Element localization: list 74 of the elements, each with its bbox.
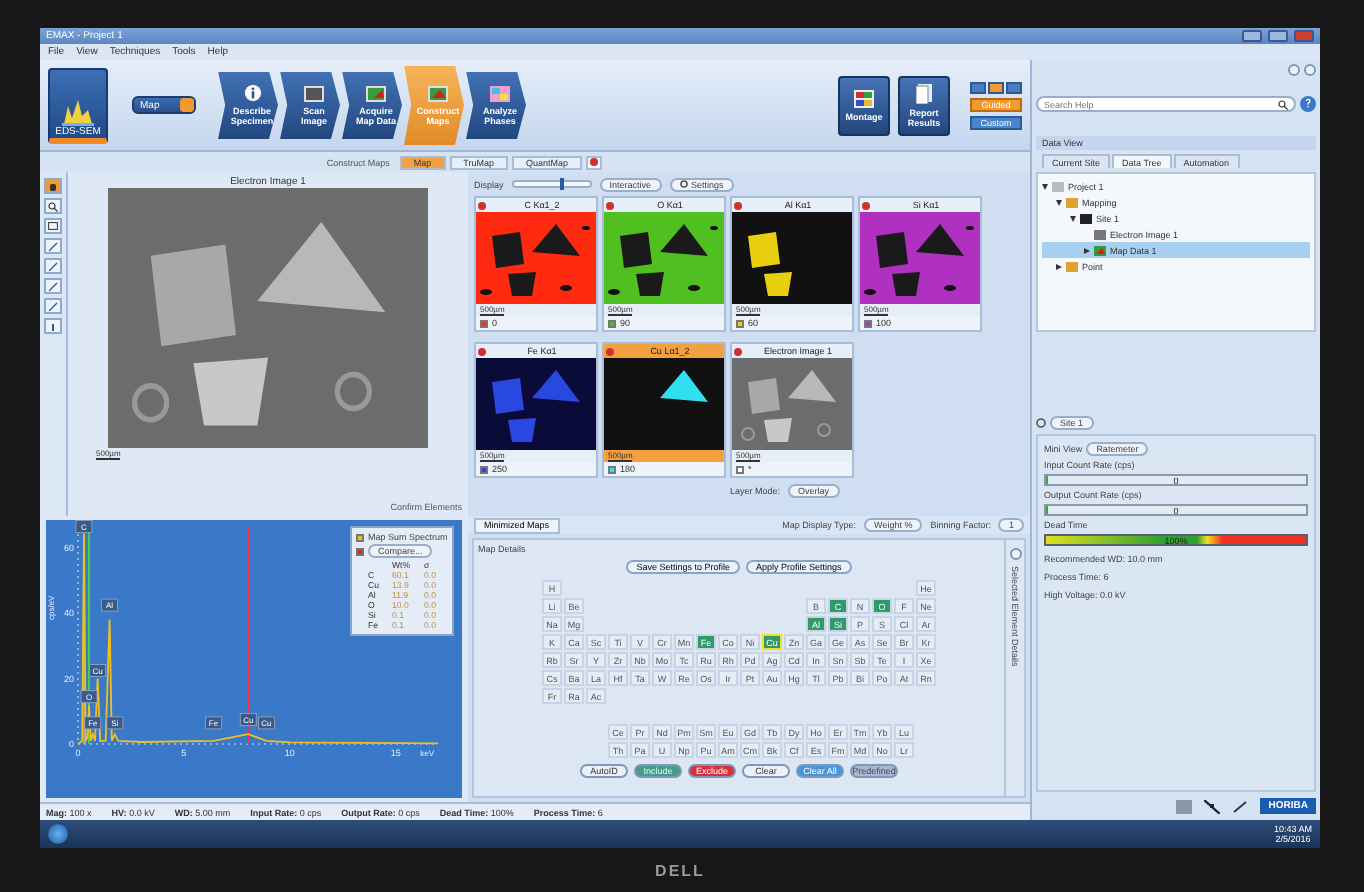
tool-button[interactable] — [44, 198, 62, 214]
record-icon — [590, 158, 598, 166]
element-map-image — [604, 358, 724, 450]
gear-icon — [1036, 418, 1046, 428]
layout-toggle[interactable] — [1006, 81, 1022, 93]
record-icon — [478, 347, 486, 355]
info-icon — [243, 84, 261, 102]
pen-icon — [1232, 799, 1249, 813]
line-icon — [48, 281, 58, 291]
line-icon — [48, 261, 58, 271]
color-swatch[interactable] — [608, 319, 616, 327]
element-map-image — [604, 212, 724, 304]
legend-swatch — [356, 533, 364, 541]
tool-button[interactable] — [44, 298, 62, 314]
element-map-image — [860, 212, 980, 304]
tool-button[interactable] — [44, 258, 62, 274]
color-swatch[interactable] — [480, 465, 488, 473]
expand-arrow-icon — [1056, 263, 1062, 269]
layout-toggle[interactable] — [970, 81, 986, 93]
line-icon — [48, 301, 58, 311]
back-button[interactable] — [1288, 64, 1300, 76]
line-icon — [48, 241, 58, 251]
help-icon — [1304, 97, 1312, 107]
color-swatch[interactable] — [736, 319, 744, 327]
record-icon — [734, 201, 742, 209]
color-swatch[interactable] — [608, 465, 616, 473]
collapse-arrow-icon — [1056, 199, 1062, 205]
record-icon — [478, 201, 486, 209]
caret-icon — [180, 98, 194, 112]
element-map-image — [476, 212, 596, 304]
record-icon — [862, 201, 870, 209]
search-icon — [1278, 99, 1288, 109]
layout-toggle[interactable] — [988, 81, 1004, 93]
map-image-icon — [366, 85, 386, 101]
info-icon — [48, 321, 58, 331]
monitor-logo: DELL — [655, 861, 705, 879]
element-map-image — [476, 358, 596, 450]
color-swatch[interactable] — [480, 319, 488, 327]
record-icon — [606, 347, 614, 355]
tool-button[interactable] — [44, 238, 62, 254]
hand-icon — [48, 181, 58, 191]
record-button[interactable] — [586, 155, 602, 169]
magnifier-icon — [48, 201, 58, 211]
maximize-button[interactable] — [1268, 30, 1288, 42]
tool-button[interactable] — [44, 278, 62, 294]
tool-button[interactable] — [44, 178, 62, 194]
record-icon — [606, 201, 614, 209]
forward-button[interactable] — [1304, 64, 1316, 76]
display-slider[interactable] — [511, 180, 592, 188]
tool-button[interactable] — [44, 218, 62, 234]
bar-chart-icon — [62, 97, 94, 125]
expand-button[interactable] — [1009, 548, 1021, 560]
record-icon — [734, 347, 742, 355]
folder-icon — [1066, 197, 1078, 207]
slider-thumb[interactable] — [560, 178, 565, 190]
collapse-arrow-icon — [1042, 183, 1048, 189]
collapse-arrow-icon — [1070, 215, 1076, 221]
expand-arrow-icon — [1084, 247, 1090, 253]
settings-icon — [679, 180, 688, 188]
rectangle-icon — [48, 222, 58, 230]
map-image-icon — [428, 85, 448, 101]
phase-map-icon — [490, 85, 510, 101]
legend-swatch — [356, 547, 364, 555]
element-map-image — [732, 358, 852, 450]
grid-image-icon — [854, 89, 874, 107]
tool-button[interactable] — [44, 318, 62, 334]
folder-icon — [1066, 261, 1078, 271]
color-swatch[interactable] — [736, 465, 744, 473]
help-button[interactable] — [1300, 96, 1316, 112]
minimize-button[interactable] — [1242, 30, 1262, 42]
element-map-image — [732, 212, 852, 304]
map-image-icon — [1094, 245, 1106, 255]
start-button[interactable] — [48, 824, 68, 844]
color-swatch[interactable] — [864, 319, 872, 327]
